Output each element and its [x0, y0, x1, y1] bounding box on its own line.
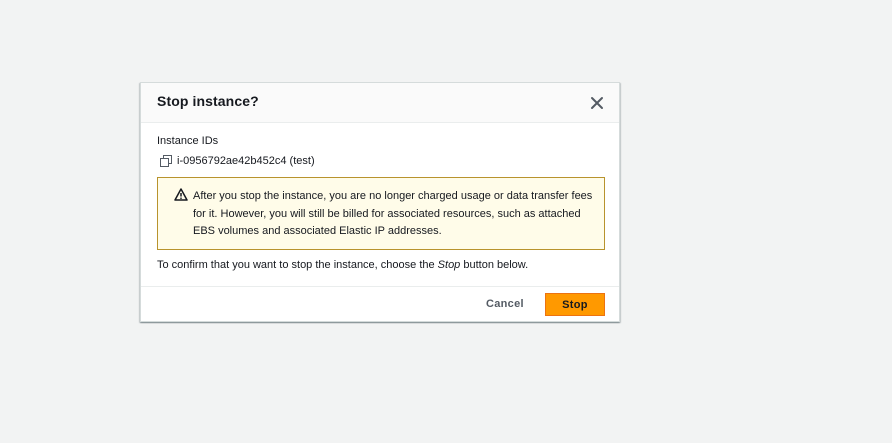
confirm-action: Stop	[437, 259, 461, 271]
confirm-instructions: To confirm that you want to stop the ins…	[157, 259, 528, 271]
warning-icon	[174, 188, 188, 201]
instance-ids-label: Instance IDs	[157, 135, 219, 147]
confirm-suffix: button below.	[460, 259, 529, 271]
cancel-button[interactable]: Cancel	[486, 298, 524, 310]
stop-button[interactable]: Stop	[545, 293, 605, 316]
confirm-prefix: To confirm that you want to stop the ins…	[157, 259, 438, 271]
close-button[interactable]	[589, 95, 605, 111]
dialog-header: Stop instance?	[141, 83, 619, 123]
dialog-title: Stop instance?	[157, 93, 259, 109]
instance-id-value: i-0956792ae42b452c4 (test)	[177, 155, 315, 167]
close-icon	[591, 97, 603, 109]
stop-instance-dialog: Stop instance? Instance IDs i-0956792ae4…	[140, 82, 620, 322]
copy-icon[interactable]	[160, 155, 172, 167]
dialog-footer-divider	[141, 286, 619, 287]
instance-id-row: i-0956792ae42b452c4 (test)	[160, 155, 315, 167]
warning-alert: After you stop the instance, you are no …	[157, 177, 605, 250]
warning-text: After you stop the instance, you are no …	[193, 190, 593, 237]
